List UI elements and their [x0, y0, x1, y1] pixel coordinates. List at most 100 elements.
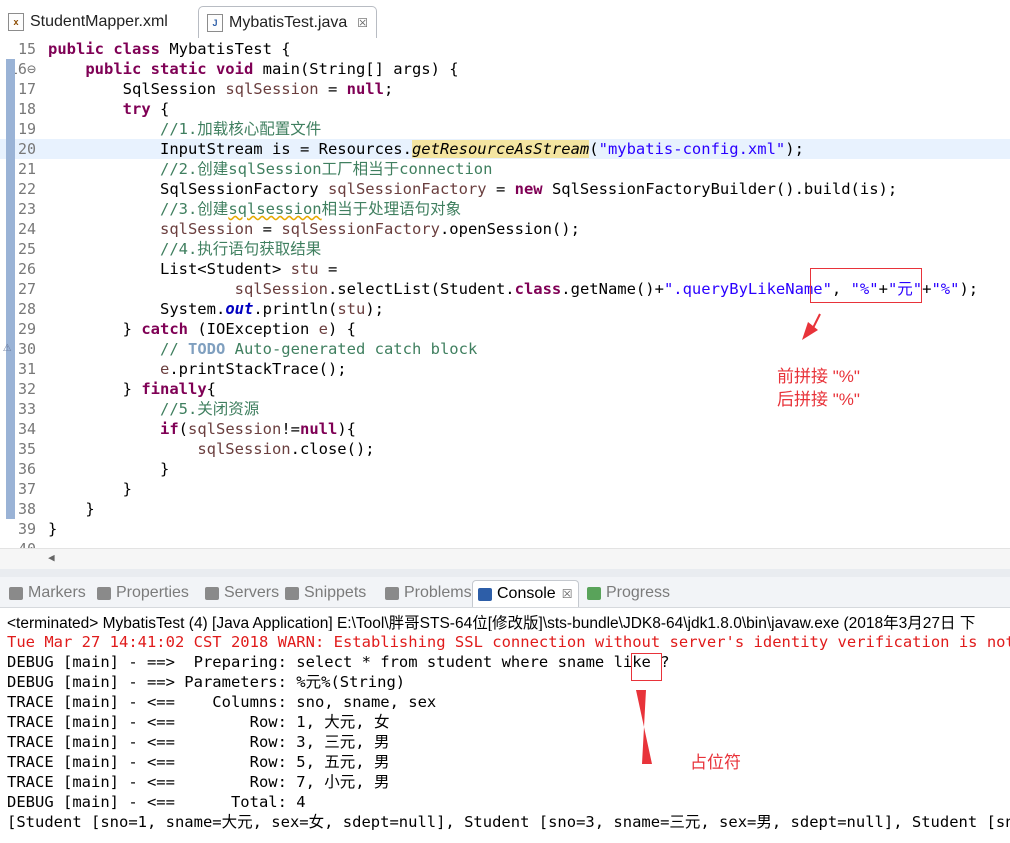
console-line: TRACE [main] - <== Row: 7, 小元, 男 [7, 773, 390, 791]
code-line[interactable]: 24 sqlSession = sqlSessionFactory.openSe… [0, 219, 1010, 239]
tab-servers[interactable]: Servers [200, 581, 279, 605]
code-line[interactable]: 40 [0, 539, 1010, 548]
code-text[interactable]: public static void main(String[] args) { [48, 59, 458, 79]
code-text[interactable]: //5.关闭资源 [48, 399, 259, 419]
code-line[interactable]: 36 } [0, 459, 1010, 479]
tab-label: Servers [224, 584, 280, 601]
code-line[interactable]: 38 } [0, 499, 1010, 519]
tab-label: MybatisTest.java [229, 13, 348, 31]
annotation-note-prefix: 前拼接 "%" [777, 367, 860, 386]
code-text[interactable]: } [48, 519, 57, 539]
task-marker-icon[interactable]: ⚠ [3, 339, 11, 355]
code-text[interactable]: List<Student> stu = [48, 259, 337, 279]
code-text[interactable]: System.out.println(stu); [48, 299, 384, 319]
console-line: DEBUG [main] - ==> Parameters: %元%(Strin… [7, 673, 406, 691]
code-text[interactable]: //2.创建sqlSession工厂相当于connection [48, 159, 492, 179]
close-icon[interactable]: ☒ [357, 16, 368, 30]
code-line[interactable]: 18 try { [0, 99, 1010, 119]
code-text[interactable]: sqlSession.close(); [48, 439, 374, 459]
tab-label: Properties [116, 584, 189, 601]
console-line: Tue Mar 27 14:41:02 CST 2018 WARN: Estab… [7, 633, 1010, 651]
code-line[interactable]: 19 //1.加载核心配置文件 [0, 119, 1010, 139]
xml-file-icon: x [8, 12, 24, 31]
horizontal-scrollbar[interactable]: ◀ [0, 548, 1010, 569]
code-text[interactable]: InputStream is = Resources.getResourceAs… [48, 139, 804, 159]
code-text[interactable]: SqlSessionFactory sqlSessionFactory = ne… [48, 179, 897, 199]
annotation-note-suffix: 后拼接 "%" [777, 390, 860, 409]
console-line: TRACE [main] - <== Row: 3, 三元, 男 [7, 733, 390, 751]
code-text[interactable]: } catch (IOException e) { [48, 319, 356, 339]
console-line: TRACE [main] - <== Row: 1, 大元, 女 [7, 713, 390, 731]
tab-snippets[interactable]: Snippets [280, 581, 366, 605]
properties-icon [97, 586, 111, 600]
code-line[interactable]: 23 //3.创建sqlsession相当于处理语句对象 [0, 199, 1010, 219]
view-tab-bar: Markers Properties Servers Snippets Problems… [0, 577, 1010, 608]
code-text[interactable]: public class MybatisTest { [48, 39, 291, 59]
servers-icon [205, 586, 219, 600]
scroll-left-icon[interactable]: ◀ [48, 551, 55, 564]
code-line[interactable]: 39} [0, 519, 1010, 539]
tab-label: StudentMapper.xml [30, 12, 168, 30]
code-line[interactable]: 34 if(sqlSession!=null){ [0, 419, 1010, 439]
problems-icon [385, 586, 399, 600]
code-text[interactable]: //3.创建sqlsession相当于处理语句对象 [48, 199, 461, 219]
code-line[interactable]: 25 //4.执行语句获取结果 [0, 239, 1010, 259]
line-number: 40 [0, 539, 36, 548]
tab-label: Problems [404, 584, 472, 601]
panel-splitter[interactable] [0, 569, 1010, 577]
code-text[interactable]: // TODO Auto-generated catch block [48, 339, 477, 359]
tab-problems[interactable]: Problems [380, 581, 472, 605]
tab-label: Markers [28, 584, 86, 601]
tab-student-mapper-xml[interactable]: x StudentMapper.xml [0, 6, 168, 37]
code-text[interactable]: SqlSession sqlSession = null; [48, 79, 394, 99]
code-line[interactable]: 30 // TODO Auto-generated catch block [0, 339, 1010, 359]
markers-icon [9, 586, 23, 600]
code-line[interactable]: 22 SqlSessionFactory sqlSessionFactory =… [0, 179, 1010, 199]
code-line[interactable]: 35 sqlSession.close(); [0, 439, 1010, 459]
line-number: 39 [17, 520, 36, 538]
console-line: [Student [sno=1, sname=大元, sex=女, sdept=… [7, 813, 1010, 831]
code-text[interactable]: if(sqlSession!=null){ [48, 419, 356, 439]
annotation-box-placeholder [631, 653, 662, 681]
code-line[interactable]: 17 SqlSession sqlSession = null; [0, 79, 1010, 99]
code-text[interactable]: e.printStackTrace(); [48, 359, 347, 379]
code-line[interactable]: 20 InputStream is = Resources.getResourc… [0, 139, 1010, 159]
tab-console[interactable]: Console ☒ [472, 580, 580, 607]
tab-markers[interactable]: Markers [4, 581, 86, 605]
annotation-note-placeholder: 占位符 [690, 753, 741, 772]
console-icon [478, 587, 492, 601]
code-text[interactable]: } finally{ [48, 379, 216, 399]
change-bar [6, 59, 15, 519]
tab-label: Progress [606, 584, 671, 601]
tab-label: Snippets [304, 584, 367, 601]
line-number: 15 [17, 40, 36, 58]
console-status-line: <terminated> MybatisTest (4) [Java Appli… [7, 615, 976, 631]
tab-progress[interactable]: Progress [582, 581, 670, 605]
progress-icon [587, 586, 601, 600]
console-line: DEBUG [main] - ==> Preparing: select * f… [7, 653, 679, 671]
close-icon[interactable]: ☒ [562, 587, 573, 601]
tab-properties[interactable]: Properties [92, 581, 189, 605]
annotation-box-concat [810, 268, 922, 303]
console-line: TRACE [main] - <== Columns: sno, sname, … [7, 693, 437, 711]
snippets-icon [285, 586, 299, 600]
code-line[interactable]: 15 public class MybatisTest { [0, 39, 1010, 59]
tab-mybatis-test-java[interactable]: J MybatisTest.java ☒ [198, 6, 378, 38]
tab-label: Console [497, 585, 556, 602]
code-line[interactable]: 29 } catch (IOException e) { [0, 319, 1010, 339]
code-text[interactable]: } [48, 499, 94, 519]
code-text[interactable]: } [48, 459, 169, 479]
code-text[interactable]: } [48, 479, 132, 499]
console-line: TRACE [main] - <== Row: 5, 五元, 男 [7, 753, 390, 771]
java-file-icon: J [207, 13, 223, 32]
code-line[interactable]: 16⊖ public static void main(String[] arg… [0, 59, 1010, 79]
code-text[interactable]: //1.加载核心配置文件 [48, 119, 321, 139]
code-text[interactable]: sqlSession = sqlSessionFactory.openSessi… [48, 219, 580, 239]
editor-tab-bar: x StudentMapper.xml J MybatisTest.java ☒ [0, 0, 1010, 39]
code-text[interactable]: //4.执行语句获取结果 [48, 239, 321, 259]
code-line[interactable]: 37 } [0, 479, 1010, 499]
console-line: DEBUG [main] - <== Total: 4 [7, 793, 306, 811]
code-line[interactable]: 21 //2.创建sqlSession工厂相当于connection [0, 159, 1010, 179]
arrow-placeholder [636, 690, 652, 764]
code-text[interactable]: try { [48, 99, 170, 119]
